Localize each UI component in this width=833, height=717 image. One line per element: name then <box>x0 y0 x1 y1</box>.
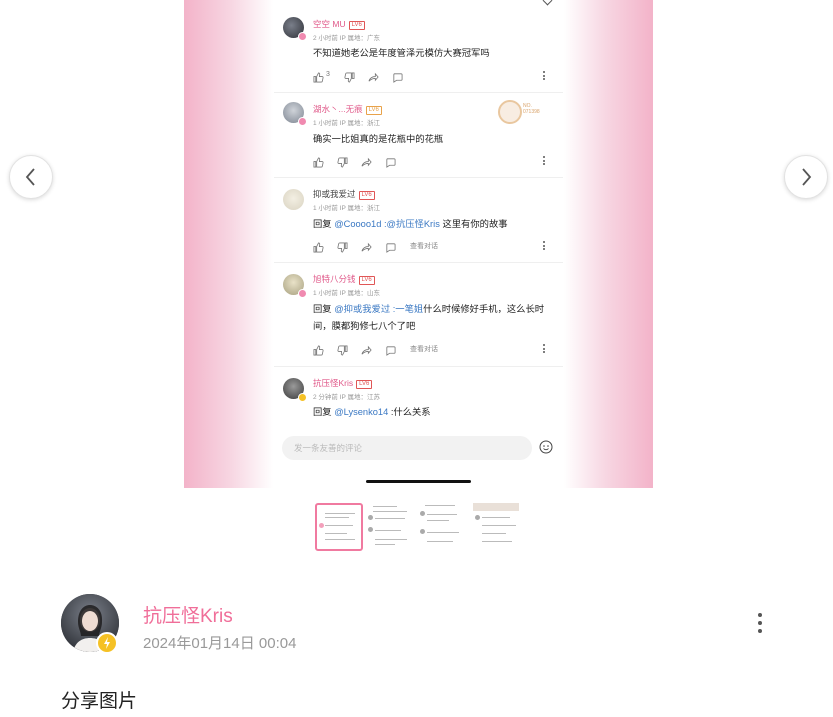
decoration-number: NO. 071398 <box>523 103 540 115</box>
comment-item: 湖水丶...无痕 LV6 1 小时前 IP 属地：浙江 NO. 071398 确实… <box>274 92 563 178</box>
home-indicator <box>366 480 471 483</box>
prev-image-button[interactable] <box>9 155 53 199</box>
comment-username: 空空 MU LV6 <box>313 18 365 30</box>
comment-username: 抗压怪Kris LV6 <box>313 377 373 389</box>
comment-item: 抑或我爱过 LV6 1 小时前 IP 属地：浙江 回复 @Coooo1d :@抗压… <box>274 177 563 263</box>
level-badge: LV6 <box>358 276 375 285</box>
top-strip <box>274 0 563 4</box>
level-badge: LV6 <box>348 21 365 30</box>
comment-meta: 1 小时前 IP 属地：山东 <box>313 290 381 297</box>
comment-text: 回复 @Coooo1d :@抗压怪Kris 这里有你的故事 <box>313 219 508 229</box>
comment-item: 抗压怪Kris LV6 2 分钟前 IP 属地：江苏 回复 @Lysenko14 … <box>274 366 563 432</box>
more-icon[interactable] <box>543 241 545 252</box>
comment-meta: 2 分钟前 IP 属地：江苏 <box>313 394 381 401</box>
comment-item: 空空 MU LV6 2 小时前 IP 属地：广东 不知道她老公是年度管泽元模仿大赛… <box>274 5 563 93</box>
thumbnail-4[interactable] <box>473 503 519 549</box>
comment-meta: 2 小时前 IP 属地：广东 <box>313 35 381 42</box>
level-badge: LV6 <box>356 380 373 389</box>
comment-username: 旭特八分钱 LV6 <box>313 273 375 285</box>
image-viewer[interactable]: 空空 MU LV6 2 小时前 IP 属地：广东 不知道她老公是年度管泽元模仿大赛… <box>184 0 653 488</box>
mention-link[interactable]: @Coooo1d :@抗压怪Kris <box>334 219 440 229</box>
avatar-badge <box>298 32 307 41</box>
comment-username: 湖水丶...无痕 LV6 <box>313 103 382 115</box>
comment-icon[interactable] <box>385 155 396 168</box>
thumbnail-2[interactable] <box>367 503 413 549</box>
comment-text: 回复 @Lysenko14 :什么关系 <box>313 407 431 417</box>
thumb-up-icon[interactable] <box>313 70 324 83</box>
comment-text: 不知道她老公是年度管泽元模仿大赛冠军吗 <box>313 48 490 58</box>
more-icon[interactable] <box>543 71 545 82</box>
thumbnail-1[interactable] <box>315 503 363 551</box>
comment-text: 确实一比姐真的是花瓶中的花瓶 <box>313 134 444 144</box>
post-date: 2024年01月14日 00:04 <box>143 635 297 652</box>
author-name[interactable]: 抗压怪Kris <box>143 601 233 628</box>
share-icon[interactable] <box>361 240 372 252</box>
comment-actions: 查看对话 <box>313 343 553 356</box>
thumb-up-icon[interactable] <box>313 155 324 168</box>
avatar-badge <box>298 289 307 298</box>
post-text: 分享图片 <box>61 691 138 712</box>
view-conversation-link[interactable]: 查看对话 <box>410 241 438 251</box>
comment-input[interactable]: 发一条友善的评论 <box>282 436 532 460</box>
more-options-icon[interactable] <box>758 613 764 637</box>
mention-link[interactable]: @抑或我爱过 :一笔姐 <box>334 304 423 314</box>
thumb-down-icon[interactable] <box>344 70 355 83</box>
next-image-button[interactable] <box>784 155 828 199</box>
thumb-down-icon[interactable] <box>337 240 348 253</box>
verified-badge-icon <box>96 632 118 654</box>
like-count: 3 <box>326 71 330 78</box>
screenshot-image: 空空 MU LV6 2 小时前 IP 属地：广东 不知道她老公是年度管泽元模仿大赛… <box>274 0 563 488</box>
level-badge: LV6 <box>365 106 382 115</box>
comment-meta: 1 小时前 IP 属地：浙江 <box>313 120 381 127</box>
comment-input-placeholder: 发一条友善的评论 <box>294 443 363 453</box>
comment-actions: 查看对话 <box>313 240 553 253</box>
comment-meta: 1 小时前 IP 属地：浙江 <box>313 205 381 212</box>
comment-icon[interactable] <box>385 343 396 356</box>
avatar-badge <box>298 393 307 402</box>
emoji-icon[interactable] <box>539 440 553 454</box>
avatar <box>283 189 304 210</box>
comment-icon[interactable] <box>392 70 403 83</box>
comment-item: 旭特八分钱 LV6 1 小时前 IP 属地：山东 回复 @抑或我爱过 :一笔姐什么… <box>274 262 563 367</box>
view-conversation-link[interactable]: 查看对话 <box>410 344 438 354</box>
share-icon[interactable] <box>361 155 372 167</box>
thumbnail-3[interactable] <box>419 503 465 549</box>
comment-icon[interactable] <box>385 240 396 253</box>
thumb-down-icon[interactable] <box>337 343 348 356</box>
more-icon[interactable] <box>543 156 545 167</box>
comment-actions: 3 <box>313 70 553 83</box>
share-icon[interactable] <box>361 343 372 355</box>
share-icon[interactable] <box>368 70 379 82</box>
comment-username: 抑或我爱过 LV6 <box>313 188 375 200</box>
comment-text: 回复 @抑或我爱过 :一笔姐什么时候修好手机，这么长时间，膜都狗修七八个了吧 <box>313 304 545 331</box>
thumb-up-icon[interactable] <box>313 343 324 356</box>
decoration-badge <box>498 100 522 124</box>
thumb-up-icon[interactable] <box>313 240 324 253</box>
avatar-badge <box>298 117 307 126</box>
mention-link[interactable]: @Lysenko14 <box>334 407 388 417</box>
level-badge: LV6 <box>358 191 375 200</box>
thumb-down-icon[interactable] <box>337 155 348 168</box>
comment-actions <box>313 155 553 168</box>
more-icon[interactable] <box>543 344 545 355</box>
